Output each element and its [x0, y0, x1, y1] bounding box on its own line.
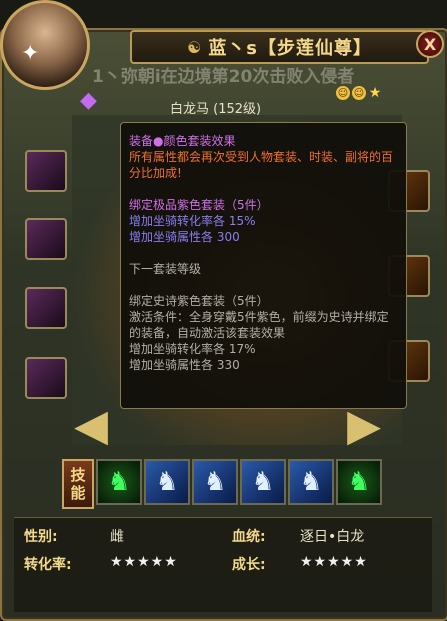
equip-slot-reins[interactable]	[25, 287, 67, 329]
equip-slot-saddle[interactable]	[25, 150, 67, 192]
character-avatar[interactable]: ✦	[0, 0, 90, 90]
sparkle-icon: ✦	[21, 41, 40, 66]
diamond-gem-icon: ◆	[80, 88, 97, 113]
next-set-stat-conversion: 增加坐骑转化率各 17%	[129, 342, 256, 356]
swirl-icon: ☯	[186, 37, 203, 57]
scrolling-announcement: 1丶弥朝i在边境第20次击败入侵者	[92, 67, 355, 84]
next-set-title: 绑定史诗紫色套装（5件）	[129, 294, 269, 308]
equip-slot-ornament[interactable]	[25, 357, 67, 399]
skills-label: 技 能	[62, 459, 94, 509]
growth-stars: ★★★★★	[300, 554, 368, 570]
horse-green-icon[interactable]: ♞	[336, 459, 382, 505]
growth-label: 成长:	[232, 557, 266, 573]
equip-slot-armor[interactable]	[25, 218, 67, 260]
tooltip-warning: 所有属性都会再次受到人物套装、时装、副将的百分比加成!	[129, 150, 394, 180]
gender-value: 雌	[110, 529, 124, 545]
horse-blue-icon[interactable]: ♞	[240, 459, 286, 505]
conversion-stars: ★★★★★	[110, 554, 178, 570]
set-effect-tooltip: 装备●颜色套装效果 所有属性都会再次受到人物套装、时装、副将的百分比加成! 绑定…	[120, 122, 407, 409]
smiley-icon: ☺	[336, 86, 350, 100]
tooltip-title: 装备●颜色套装效果	[129, 134, 236, 148]
close-button[interactable]: X	[416, 30, 444, 58]
horse-blue-icon[interactable]: ♞	[144, 459, 190, 505]
rotate-right-arrow-icon[interactable]: ▶	[345, 404, 383, 448]
next-set-condition: 激活条件：全身穿戴5件紫色，前缀为史诗并绑定的装备，自动激活该套装效果	[129, 310, 389, 340]
bloodline-value: 逐日•白龙	[300, 529, 365, 545]
next-set-stat-attribute: 增加坐骑属性各 330	[129, 358, 240, 372]
horse-green-icon[interactable]: ♞	[96, 459, 142, 505]
star-icon: ★	[368, 85, 382, 101]
close-icon: X	[423, 34, 437, 54]
conversion-label: 转化率:	[24, 557, 72, 573]
horse-blue-icon[interactable]: ♞	[192, 459, 238, 505]
skill-bar: 技 能 ♞ ♞ ♞ ♞ ♞ ♞	[62, 459, 382, 509]
status-icons: ☺ ☺ ★	[336, 85, 382, 101]
panel-title-text: 蓝丶s【步莲仙尊】	[208, 38, 373, 59]
next-level-label: 下一套装等级	[129, 262, 202, 276]
bloodline-label: 血统:	[232, 529, 266, 545]
mount-info-panel	[14, 517, 432, 612]
panel-title: ☯ 蓝丶s【步莲仙尊】	[130, 30, 429, 64]
smiley-icon: ☺	[352, 86, 366, 100]
rotate-left-arrow-icon[interactable]: ◀	[72, 404, 110, 448]
current-set-title: 绑定极品紫色套装（5件）	[129, 198, 269, 212]
current-set-stat-attribute: 增加坐骑属性各 300	[129, 230, 240, 244]
gender-label: 性别:	[24, 529, 58, 545]
horse-blue-icon[interactable]: ♞	[288, 459, 334, 505]
current-set-stat-conversion: 增加坐骑转化率各 15%	[129, 214, 256, 228]
